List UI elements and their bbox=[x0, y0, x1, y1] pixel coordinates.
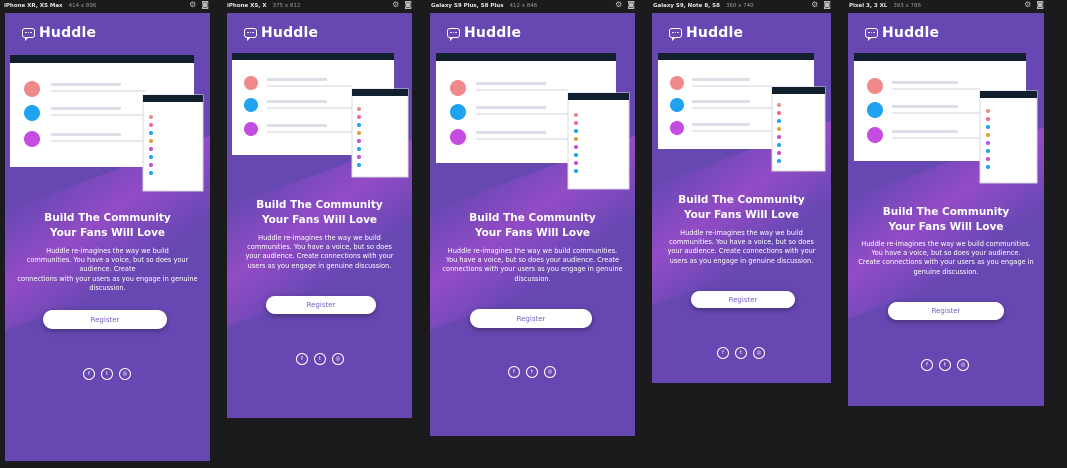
facebook-icon[interactable]: f bbox=[508, 366, 520, 378]
logo[interactable]: Huddle bbox=[865, 25, 939, 41]
hero-illustration bbox=[854, 53, 1038, 184]
brand-name: Huddle bbox=[464, 25, 522, 41]
phone-frame-4: Huddle Build The Community Your Fans Will… bbox=[652, 13, 831, 383]
device-dimensions: 412 x 846 bbox=[509, 3, 538, 9]
device-name[interactable]: Pixel 3, 3 XL bbox=[849, 3, 887, 9]
logo[interactable]: Huddle bbox=[22, 25, 96, 41]
hero-illustration bbox=[436, 53, 630, 190]
chat-bubble-icon bbox=[865, 28, 878, 41]
twitter-icon[interactable]: t bbox=[314, 353, 326, 365]
facebook-icon[interactable]: f bbox=[717, 347, 729, 359]
device-header-5: Pixel 3, 3 XL 393 x 786 ⚙ ◙ bbox=[849, 0, 1044, 12]
headline-line-1: Build The Community bbox=[44, 212, 171, 224]
headline-line-1: Build The Community bbox=[678, 194, 805, 206]
brand-name: Huddle bbox=[261, 25, 319, 41]
instagram-icon[interactable]: ◎ bbox=[753, 347, 765, 359]
facebook-icon[interactable]: f bbox=[921, 359, 933, 371]
camera-icon[interactable]: ◙ bbox=[823, 0, 831, 9]
phone-frame-5: Huddle Build The Community Your Fans Will… bbox=[848, 13, 1044, 406]
device-header-3: Galaxy S9 Plus, S8 Plus 412 x 846 ⚙ ◙ bbox=[431, 0, 635, 12]
hero-illustration bbox=[232, 53, 409, 178]
chat-bubble-icon bbox=[22, 28, 35, 41]
device-header-2: iPhone XS, X 375 x 812 ⚙ ◙ bbox=[227, 0, 412, 12]
phone-frame-3: Huddle Build The Community Your Fans Will… bbox=[430, 13, 635, 436]
hero-illustration bbox=[658, 53, 826, 172]
device-header-1: iPhone XR, XS Max 414 x 896 ⚙ ◙ bbox=[4, 0, 209, 12]
brand-name: Huddle bbox=[686, 25, 744, 41]
twitter-icon[interactable]: t bbox=[101, 368, 113, 380]
phone-frame-2: Huddle Build The Community Your Fans Will… bbox=[227, 13, 412, 418]
twitter-icon[interactable]: t bbox=[939, 359, 951, 371]
instagram-icon[interactable]: ◎ bbox=[544, 366, 556, 378]
hero-illustration bbox=[10, 55, 204, 192]
description: Huddle re-imagines the way we build comm… bbox=[442, 247, 623, 283]
register-button[interactable]: Register bbox=[470, 309, 592, 328]
chat-bubble-icon bbox=[244, 28, 257, 41]
logo[interactable]: Huddle bbox=[669, 25, 743, 41]
social-links: f t ◎ bbox=[921, 359, 969, 371]
device-header-4: Galaxy S9, Note 8, S8 360 x 740 ⚙ ◙ bbox=[653, 0, 831, 12]
device-name[interactable]: Galaxy S9 Plus, S8 Plus bbox=[431, 3, 504, 9]
device-dimensions: 393 x 786 bbox=[893, 3, 922, 9]
device-dimensions: 360 x 740 bbox=[725, 3, 754, 9]
headline-line-2: Your Fans Will Love bbox=[683, 209, 800, 221]
twitter-icon[interactable]: t bbox=[735, 347, 747, 359]
description: Huddle re-imagines the way we build comm… bbox=[858, 240, 1034, 276]
device-name[interactable]: iPhone XR, XS Max bbox=[4, 3, 63, 9]
register-button[interactable]: Register bbox=[888, 302, 1004, 320]
social-links: f t ◎ bbox=[508, 366, 556, 378]
device-name[interactable]: Galaxy S9, Note 8, S8 bbox=[653, 3, 720, 9]
settings-icon[interactable]: ⚙ bbox=[392, 0, 399, 9]
social-links: f t ◎ bbox=[296, 353, 344, 365]
headline-line-2: Your Fans Will Love bbox=[888, 221, 1004, 233]
device-dimensions: 375 x 812 bbox=[272, 3, 301, 9]
social-links: f t ◎ bbox=[83, 368, 131, 380]
camera-icon[interactable]: ◙ bbox=[201, 0, 209, 9]
instagram-icon[interactable]: ◎ bbox=[119, 368, 131, 380]
description: Huddle re-imagines the way we build commu… bbox=[667, 229, 816, 265]
headline-line-2: Your Fans Will Love bbox=[49, 227, 166, 239]
settings-icon[interactable]: ⚙ bbox=[189, 0, 196, 9]
device-name[interactable]: iPhone XS, X bbox=[227, 3, 267, 9]
register-button[interactable]: Register bbox=[43, 310, 167, 329]
settings-icon[interactable]: ⚙ bbox=[1024, 0, 1031, 9]
description: Huddle re-imagines the way we build commu… bbox=[17, 247, 198, 292]
headline-line-1: Build The Community bbox=[882, 206, 1010, 218]
register-button[interactable]: Register bbox=[266, 296, 376, 314]
settings-icon[interactable]: ⚙ bbox=[811, 0, 818, 9]
brand-name: Huddle bbox=[882, 25, 940, 41]
headline-line-2: Your Fans Will Love bbox=[474, 227, 591, 239]
logo[interactable]: Huddle bbox=[244, 25, 318, 41]
chat-bubble-icon bbox=[447, 28, 460, 41]
facebook-icon[interactable]: f bbox=[296, 353, 308, 365]
camera-icon[interactable]: ◙ bbox=[627, 0, 635, 9]
instagram-icon[interactable]: ◎ bbox=[332, 353, 344, 365]
social-links: f t ◎ bbox=[717, 347, 765, 359]
headline-line-1: Build The Community bbox=[469, 212, 596, 224]
device-dimensions: 414 x 896 bbox=[68, 3, 97, 9]
headline-line-2: Your Fans Will Love bbox=[261, 214, 378, 226]
chat-bubble-icon bbox=[669, 28, 682, 41]
register-button[interactable]: Register bbox=[691, 291, 795, 308]
camera-icon[interactable]: ◙ bbox=[404, 0, 412, 9]
instagram-icon[interactable]: ◎ bbox=[957, 359, 969, 371]
camera-icon[interactable]: ◙ bbox=[1036, 0, 1044, 9]
twitter-icon[interactable]: t bbox=[526, 366, 538, 378]
brand-name: Huddle bbox=[39, 25, 97, 41]
facebook-icon[interactable]: f bbox=[83, 368, 95, 380]
settings-icon[interactable]: ⚙ bbox=[615, 0, 622, 9]
logo[interactable]: Huddle bbox=[447, 25, 521, 41]
phone-frame-1: Huddle Build The Community Your Fans Will… bbox=[5, 13, 210, 461]
description: Huddle re-imagines the way we build commu… bbox=[245, 234, 394, 270]
headline-line-1: Build The Community bbox=[256, 199, 383, 211]
